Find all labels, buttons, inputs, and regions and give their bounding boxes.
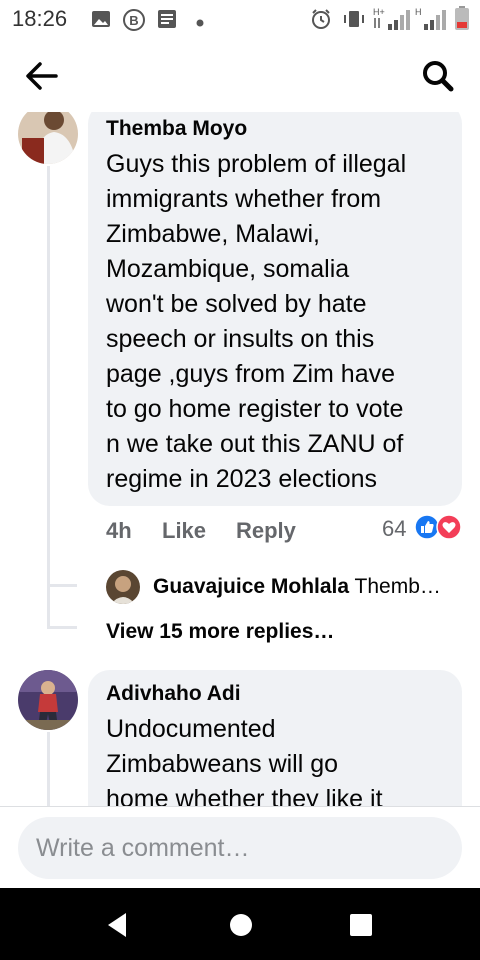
view-more-replies-link[interactable]: View 15 more replies…	[106, 620, 334, 644]
signal-h-icon: H	[414, 6, 448, 37]
comment-author[interactable]: Adivhaho Adi	[106, 682, 241, 706]
reply-preview[interactable]: Guavajuice Mohlala Themb…	[153, 575, 463, 599]
thread-line	[47, 732, 50, 806]
avatar[interactable]	[18, 112, 78, 164]
dot-icon	[196, 14, 204, 32]
system-nav-bar	[0, 888, 480, 960]
home-circle-icon	[230, 914, 252, 936]
nav-recents-button[interactable]	[346, 910, 376, 940]
status-time: 18:26	[12, 6, 68, 31]
reply-snippet: Themb…	[354, 575, 441, 598]
love-reaction-icon	[436, 514, 462, 540]
avatar[interactable]	[18, 670, 78, 730]
svg-text:B: B	[129, 13, 138, 28]
image-icon	[90, 8, 112, 35]
reaction-count: 64	[382, 516, 407, 541]
search-icon	[423, 61, 454, 92]
back-triangle-icon	[108, 913, 126, 937]
reply-button[interactable]: Reply	[236, 518, 296, 544]
thread-branch	[47, 584, 77, 587]
comment-author[interactable]: Themba Moyo	[106, 117, 247, 141]
battery-low-icon	[454, 5, 470, 36]
news-icon	[156, 8, 178, 35]
vibrate-icon	[342, 8, 366, 35]
back-button[interactable]	[22, 58, 62, 94]
status-bar: 18:26 B H+ H	[0, 0, 480, 40]
comment-composer	[0, 806, 480, 889]
nav-back-button[interactable]	[102, 910, 132, 940]
reply-author[interactable]: Guavajuice Mohlala	[153, 575, 349, 598]
search-button[interactable]	[418, 56, 458, 96]
like-button[interactable]: Like	[162, 518, 206, 544]
signal-h-plus-icon: H+	[372, 6, 412, 37]
thread-line	[47, 166, 50, 626]
comment-input[interactable]	[18, 817, 462, 879]
svg-text:H+: H+	[373, 7, 385, 17]
svg-text:H: H	[415, 7, 422, 17]
reply-avatar[interactable]	[106, 570, 140, 604]
comment-text: Undocumented Zimbabweans will go home wh…	[106, 715, 383, 806]
comment-text: Guys this problem of illegal immigrants …	[106, 150, 407, 493]
arrow-left-icon	[26, 62, 58, 90]
alarm-icon	[310, 8, 332, 35]
thread-branch	[47, 626, 77, 629]
comment-timestamp[interactable]: 4h	[106, 518, 132, 544]
comment-thread: Themba Moyo Guys this problem of illegal…	[0, 112, 480, 806]
app-bar	[0, 40, 480, 112]
b-circle-icon: B	[122, 8, 146, 37]
recents-square-icon	[350, 914, 372, 936]
nav-home-button[interactable]	[226, 910, 256, 940]
